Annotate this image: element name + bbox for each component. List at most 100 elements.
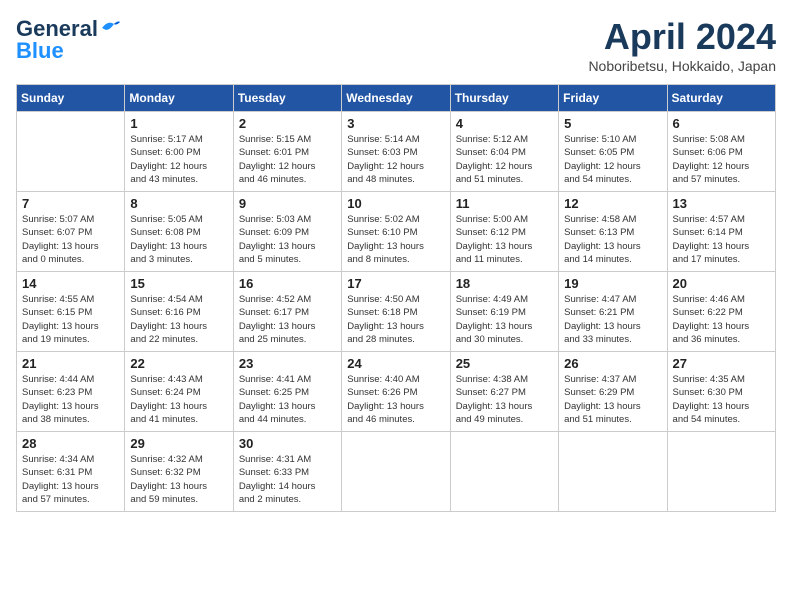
cell-info: Sunrise: 4:44 AM Sunset: 6:23 PM Dayligh…	[22, 373, 119, 426]
cell-info: Sunrise: 5:12 AM Sunset: 6:04 PM Dayligh…	[456, 133, 553, 186]
logo: General Blue	[16, 16, 122, 64]
calendar-cell	[450, 432, 558, 512]
calendar-cell: 24 Sunrise: 4:40 AM Sunset: 6:26 PM Dayli…	[342, 352, 450, 432]
cell-info: Sunrise: 4:50 AM Sunset: 6:18 PM Dayligh…	[347, 293, 444, 346]
weekday-header-monday: Monday	[125, 85, 233, 112]
cell-info: Sunrise: 4:52 AM Sunset: 6:17 PM Dayligh…	[239, 293, 336, 346]
calendar-cell: 5 Sunrise: 5:10 AM Sunset: 6:05 PM Daylig…	[559, 112, 667, 192]
cell-info: Sunrise: 4:38 AM Sunset: 6:27 PM Dayligh…	[456, 373, 553, 426]
logo-blue: Blue	[16, 38, 64, 64]
day-number: 22	[130, 356, 227, 371]
calendar-cell: 19 Sunrise: 4:47 AM Sunset: 6:21 PM Dayli…	[559, 272, 667, 352]
day-number: 30	[239, 436, 336, 451]
location-subtitle: Noboribetsu, Hokkaido, Japan	[588, 58, 776, 74]
weekday-header-saturday: Saturday	[667, 85, 775, 112]
cell-info: Sunrise: 4:40 AM Sunset: 6:26 PM Dayligh…	[347, 373, 444, 426]
cell-info: Sunrise: 5:03 AM Sunset: 6:09 PM Dayligh…	[239, 213, 336, 266]
day-number: 15	[130, 276, 227, 291]
calendar-cell: 7 Sunrise: 5:07 AM Sunset: 6:07 PM Daylig…	[17, 192, 125, 272]
day-number: 5	[564, 116, 661, 131]
day-number: 1	[130, 116, 227, 131]
weekday-header-friday: Friday	[559, 85, 667, 112]
cell-info: Sunrise: 5:15 AM Sunset: 6:01 PM Dayligh…	[239, 133, 336, 186]
cell-info: Sunrise: 5:07 AM Sunset: 6:07 PM Dayligh…	[22, 213, 119, 266]
calendar-cell: 27 Sunrise: 4:35 AM Sunset: 6:30 PM Dayli…	[667, 352, 775, 432]
cell-info: Sunrise: 5:05 AM Sunset: 6:08 PM Dayligh…	[130, 213, 227, 266]
day-number: 7	[22, 196, 119, 211]
day-number: 13	[673, 196, 770, 211]
calendar-cell	[17, 112, 125, 192]
calendar-cell: 9Sunrise: 5:03 AM Sunset: 6:09 PM Daylig…	[233, 192, 341, 272]
calendar-cell	[559, 432, 667, 512]
cell-info: Sunrise: 5:14 AM Sunset: 6:03 PM Dayligh…	[347, 133, 444, 186]
day-number: 27	[673, 356, 770, 371]
day-number: 10	[347, 196, 444, 211]
day-number: 24	[347, 356, 444, 371]
day-number: 8	[130, 196, 227, 211]
day-number: 21	[22, 356, 119, 371]
calendar-cell: 12 Sunrise: 4:58 AM Sunset: 6:13 PM Dayli…	[559, 192, 667, 272]
calendar-cell: 2 Sunrise: 5:15 AM Sunset: 6:01 PM Daylig…	[233, 112, 341, 192]
cell-info: Sunrise: 4:46 AM Sunset: 6:22 PM Dayligh…	[673, 293, 770, 346]
week-row-2: 7 Sunrise: 5:07 AM Sunset: 6:07 PM Daylig…	[17, 192, 776, 272]
day-number: 23	[239, 356, 336, 371]
calendar-cell: 25 Sunrise: 4:38 AM Sunset: 6:27 PM Dayli…	[450, 352, 558, 432]
cell-info: Sunrise: 4:57 AM Sunset: 6:14 PM Dayligh…	[673, 213, 770, 266]
calendar-cell: 21 Sunrise: 4:44 AM Sunset: 6:23 PM Dayli…	[17, 352, 125, 432]
cell-info: Sunrise: 4:49 AM Sunset: 6:19 PM Dayligh…	[456, 293, 553, 346]
calendar-cell: 22 Sunrise: 4:43 AM Sunset: 6:24 PM Dayli…	[125, 352, 233, 432]
week-row-1: 1 Sunrise: 5:17 AM Sunset: 6:00 PM Daylig…	[17, 112, 776, 192]
calendar-cell	[667, 432, 775, 512]
month-title: April 2024	[588, 16, 776, 58]
calendar-cell: 23 Sunrise: 4:41 AM Sunset: 6:25 PM Dayli…	[233, 352, 341, 432]
cell-info: Sunrise: 4:32 AM Sunset: 6:32 PM Dayligh…	[130, 453, 227, 506]
page-header: General Blue April 2024 Noboribetsu, Hok…	[16, 16, 776, 74]
calendar-cell: 30Sunrise: 4:31 AM Sunset: 6:33 PM Dayli…	[233, 432, 341, 512]
logo-bird-icon	[100, 18, 122, 36]
day-number: 29	[130, 436, 227, 451]
cell-info: Sunrise: 4:55 AM Sunset: 6:15 PM Dayligh…	[22, 293, 119, 346]
calendar-cell: 1 Sunrise: 5:17 AM Sunset: 6:00 PM Daylig…	[125, 112, 233, 192]
cell-info: Sunrise: 4:43 AM Sunset: 6:24 PM Dayligh…	[130, 373, 227, 426]
cell-info: Sunrise: 4:35 AM Sunset: 6:30 PM Dayligh…	[673, 373, 770, 426]
calendar-cell: 15 Sunrise: 4:54 AM Sunset: 6:16 PM Dayli…	[125, 272, 233, 352]
day-number: 11	[456, 196, 553, 211]
cell-info: Sunrise: 4:34 AM Sunset: 6:31 PM Dayligh…	[22, 453, 119, 506]
cell-info: Sunrise: 5:17 AM Sunset: 6:00 PM Dayligh…	[130, 133, 227, 186]
day-number: 14	[22, 276, 119, 291]
day-number: 6	[673, 116, 770, 131]
calendar-cell: 6Sunrise: 5:08 AM Sunset: 6:06 PM Daylig…	[667, 112, 775, 192]
weekday-header-thursday: Thursday	[450, 85, 558, 112]
calendar-cell: 28Sunrise: 4:34 AM Sunset: 6:31 PM Dayli…	[17, 432, 125, 512]
calendar-cell: 26Sunrise: 4:37 AM Sunset: 6:29 PM Dayli…	[559, 352, 667, 432]
calendar-cell: 8 Sunrise: 5:05 AM Sunset: 6:08 PM Daylig…	[125, 192, 233, 272]
calendar-cell	[342, 432, 450, 512]
calendar-table: SundayMondayTuesdayWednesdayThursdayFrid…	[16, 84, 776, 512]
cell-info: Sunrise: 4:58 AM Sunset: 6:13 PM Dayligh…	[564, 213, 661, 266]
day-number: 25	[456, 356, 553, 371]
cell-info: Sunrise: 5:02 AM Sunset: 6:10 PM Dayligh…	[347, 213, 444, 266]
day-number: 20	[673, 276, 770, 291]
day-number: 2	[239, 116, 336, 131]
day-number: 19	[564, 276, 661, 291]
calendar-cell: 3Sunrise: 5:14 AM Sunset: 6:03 PM Daylig…	[342, 112, 450, 192]
calendar-body: 1 Sunrise: 5:17 AM Sunset: 6:00 PM Daylig…	[17, 112, 776, 512]
title-section: April 2024 Noboribetsu, Hokkaido, Japan	[588, 16, 776, 74]
day-number: 17	[347, 276, 444, 291]
calendar-cell: 11 Sunrise: 5:00 AM Sunset: 6:12 PM Dayli…	[450, 192, 558, 272]
cell-info: Sunrise: 4:54 AM Sunset: 6:16 PM Dayligh…	[130, 293, 227, 346]
calendar-cell: 16Sunrise: 4:52 AM Sunset: 6:17 PM Dayli…	[233, 272, 341, 352]
cell-info: Sunrise: 4:41 AM Sunset: 6:25 PM Dayligh…	[239, 373, 336, 426]
calendar-cell: 17 Sunrise: 4:50 AM Sunset: 6:18 PM Dayli…	[342, 272, 450, 352]
day-number: 18	[456, 276, 553, 291]
cell-info: Sunrise: 4:47 AM Sunset: 6:21 PM Dayligh…	[564, 293, 661, 346]
calendar-cell: 13 Sunrise: 4:57 AM Sunset: 6:14 PM Dayli…	[667, 192, 775, 272]
week-row-3: 14 Sunrise: 4:55 AM Sunset: 6:15 PM Dayli…	[17, 272, 776, 352]
day-number: 12	[564, 196, 661, 211]
weekday-header-tuesday: Tuesday	[233, 85, 341, 112]
calendar-cell: 10 Sunrise: 5:02 AM Sunset: 6:10 PM Dayli…	[342, 192, 450, 272]
cell-info: Sunrise: 5:10 AM Sunset: 6:05 PM Dayligh…	[564, 133, 661, 186]
week-row-4: 21 Sunrise: 4:44 AM Sunset: 6:23 PM Dayli…	[17, 352, 776, 432]
cell-info: Sunrise: 5:00 AM Sunset: 6:12 PM Dayligh…	[456, 213, 553, 266]
day-number: 26	[564, 356, 661, 371]
